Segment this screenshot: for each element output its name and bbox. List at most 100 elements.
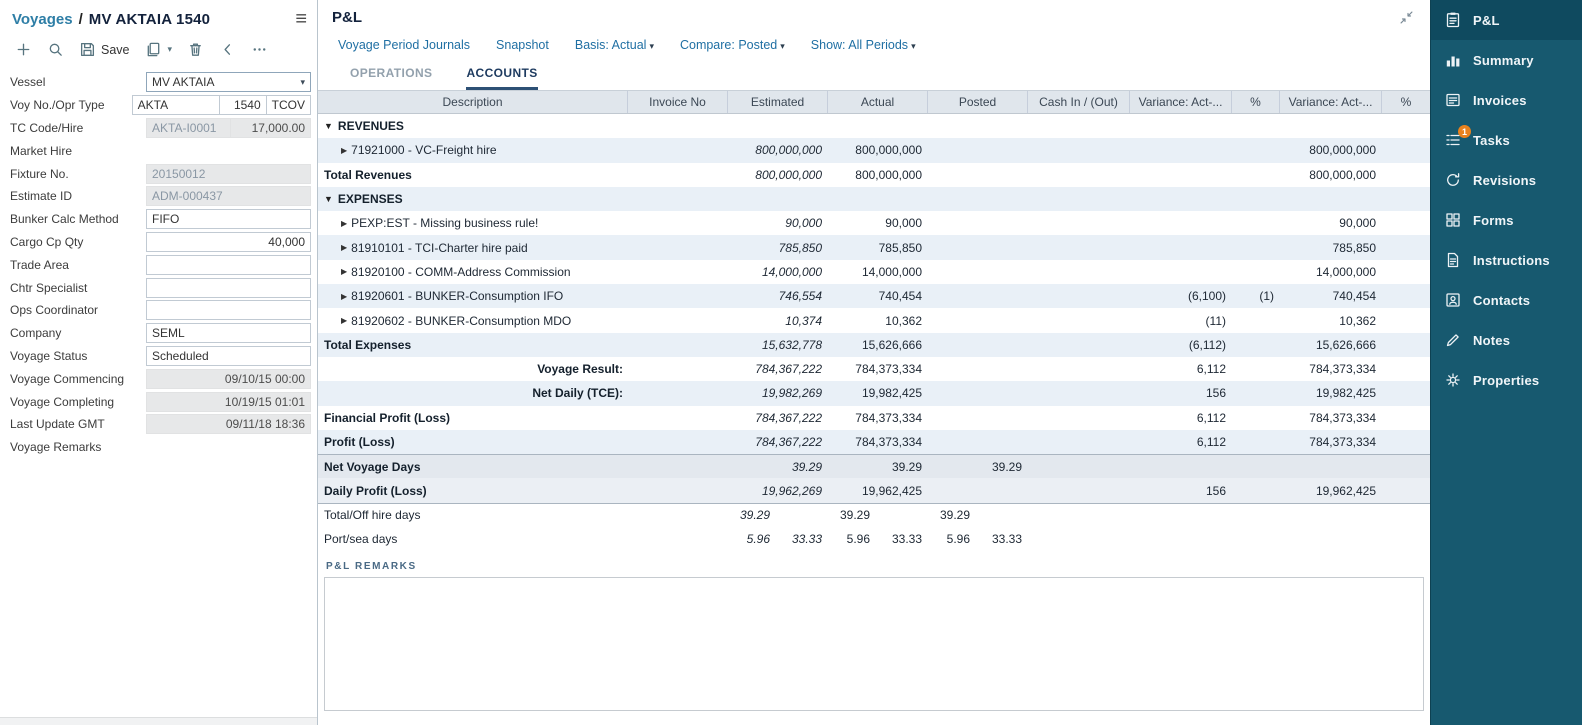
page-title: MV AKTAIA 1540 bbox=[89, 11, 210, 28]
back-button[interactable] bbox=[219, 41, 236, 58]
sidebar-item-tasks[interactable]: 1Tasks bbox=[1431, 120, 1582, 160]
toolbar-link-compare-posted[interactable]: Compare: Posted▾ bbox=[680, 38, 785, 52]
voyage-manager-panel: Voyages / MV AKTAIA 1540 ≡ Save▾ VesselM… bbox=[0, 0, 318, 725]
save-button[interactable]: Save bbox=[79, 41, 130, 58]
sidebar-item-notes[interactable]: Notes bbox=[1431, 320, 1582, 360]
breadcrumb-voyages[interactable]: Voyages bbox=[12, 11, 73, 28]
table-row-daily-profit-loss[interactable]: Daily Profit (Loss)19,962,26919,962,4251… bbox=[318, 478, 1430, 502]
table-row-net-daily-tce[interactable]: Net Daily (TCE):19,982,26919,982,4251561… bbox=[318, 381, 1430, 405]
field-label: Voyage Remarks bbox=[8, 440, 146, 454]
search-button[interactable] bbox=[47, 41, 64, 58]
chevron-down-icon[interactable]: ▾ bbox=[296, 73, 305, 91]
table-row-71921000-vc-freight-hire[interactable]: ▶71921000 - VC-Freight hire800,000,00080… bbox=[318, 138, 1430, 162]
field-label: Market Hire bbox=[8, 144, 146, 158]
tc-code-hire-fields: AKTA-I000117,000.00 bbox=[146, 118, 311, 138]
notification-badge: 1 bbox=[1458, 125, 1471, 138]
more-button[interactable] bbox=[251, 41, 268, 58]
expand-triangle-icon[interactable]: ▶ bbox=[341, 267, 347, 276]
table-row-81920601-bunker-consumption-ifo[interactable]: ▶81920601 - BUNKER-Consumption IFO746,55… bbox=[318, 284, 1430, 308]
sidebar-item-contacts[interactable]: Contacts bbox=[1431, 280, 1582, 320]
delete-button[interactable] bbox=[187, 41, 204, 58]
table-row-expenses[interactable]: ▼EXPENSES bbox=[318, 187, 1430, 211]
remarks-textarea[interactable] bbox=[324, 577, 1424, 711]
ops-coordinator-input[interactable] bbox=[146, 300, 311, 320]
var1-cell: (11) bbox=[1130, 314, 1232, 328]
table-row-total-revenues[interactable]: Total Revenues800,000,000800,000,000800,… bbox=[318, 163, 1430, 187]
table-row-81920100-comm-address-commission[interactable]: ▶81920100 - COMM-Address Commission14,00… bbox=[318, 260, 1430, 284]
horizontal-scrollbar[interactable] bbox=[0, 717, 317, 725]
expand-triangle-icon[interactable]: ▶ bbox=[341, 243, 347, 252]
column-header-col-9[interactable]: % bbox=[1382, 91, 1430, 113]
sidebar-item-summary[interactable]: Summary bbox=[1431, 40, 1582, 80]
sidebar-item-forms[interactable]: Forms bbox=[1431, 200, 1582, 240]
add-button[interactable] bbox=[15, 41, 32, 58]
var2-cell: 10,362 bbox=[1280, 314, 1382, 328]
voyage-remarks-value bbox=[146, 437, 311, 457]
collapse-triangle-icon[interactable]: ▼ bbox=[324, 194, 333, 204]
company-input[interactable]: SEML bbox=[146, 323, 311, 343]
toolbar-link-basis-actual[interactable]: Basis: Actual▾ bbox=[575, 38, 654, 52]
expand-triangle-icon[interactable]: ▶ bbox=[341, 292, 347, 301]
column-header-estimated-2[interactable]: Estimated bbox=[728, 91, 828, 113]
table-row-81920602-bunker-consumption-mdo[interactable]: ▶81920602 - BUNKER-Consumption MDO10,374… bbox=[318, 308, 1430, 332]
trade-area-input[interactable] bbox=[146, 255, 311, 275]
sub-value-left: 39.29 bbox=[728, 508, 780, 522]
column-header-variance-act-6[interactable]: Variance: Act-... bbox=[1130, 91, 1232, 113]
column-header-cash-in-out-5[interactable]: Cash In / (Out) bbox=[1028, 91, 1130, 113]
column-header-invoice-no-1[interactable]: Invoice No bbox=[628, 91, 728, 113]
chtr-specialist-input[interactable] bbox=[146, 278, 311, 298]
expand-triangle-icon[interactable]: ▶ bbox=[341, 219, 347, 228]
pnl-table: DescriptionInvoice NoEstimatedActualPost… bbox=[318, 90, 1430, 551]
collapse-icon[interactable] bbox=[1399, 10, 1414, 25]
column-header-variance-act-8[interactable]: Variance: Act-... bbox=[1280, 91, 1382, 113]
column-header-col-7[interactable]: % bbox=[1232, 91, 1280, 113]
table-row-net-voyage-days[interactable]: Net Voyage Days39.2939.2939.29 bbox=[318, 454, 1430, 478]
table-row-revenues[interactable]: ▼ REVENUES bbox=[318, 114, 1430, 138]
sidebar-item-p-l[interactable]: P&L bbox=[1431, 0, 1582, 40]
bunker-calc-method-input[interactable]: FIFO bbox=[146, 209, 311, 229]
row-label: REVENUES bbox=[338, 119, 404, 133]
sub-value-right bbox=[780, 508, 828, 522]
expand-triangle-icon[interactable]: ▶ bbox=[341, 146, 347, 155]
description-cell: ▼ REVENUES bbox=[318, 114, 628, 138]
table-row-pexp-est-missing-business-rule[interactable]: ▶PEXP:EST - Missing business rule!90,000… bbox=[318, 211, 1430, 235]
sidebar-item-invoices[interactable]: Invoices bbox=[1431, 80, 1582, 120]
toolbar-link-snapshot[interactable]: Snapshot bbox=[496, 38, 549, 52]
table-row-total-off-hire-days[interactable]: Total/Off hire days39.2939.2939.29 bbox=[318, 503, 1430, 527]
row-label: PEXP:EST - Missing business rule! bbox=[351, 216, 538, 230]
tab-accounts[interactable]: ACCOUNTS bbox=[466, 66, 537, 90]
sidebar-item-instructions[interactable]: Instructions bbox=[1431, 240, 1582, 280]
vessel-select[interactable]: MV AKTAIA ▾ bbox=[146, 72, 311, 92]
table-row-profit-loss[interactable]: Profit (Loss)784,367,222784,373,3346,112… bbox=[318, 430, 1430, 454]
collapse-triangle-icon[interactable]: ▼ bbox=[324, 121, 333, 131]
column-header-posted-4[interactable]: Posted bbox=[928, 91, 1028, 113]
voy-no-opr-type-part-3[interactable]: TCOV bbox=[267, 95, 311, 115]
table-row-financial-profit-loss[interactable]: Financial Profit (Loss)784,367,222784,37… bbox=[318, 406, 1430, 430]
hamburger-menu-icon[interactable]: ≡ bbox=[295, 9, 307, 29]
pnl-toolbar: Voyage Period Journals Snapshot Basis: Act… bbox=[318, 26, 1430, 58]
description-cell: Profit (Loss) bbox=[318, 430, 628, 454]
chevron-down-icon[interactable]: ▾ bbox=[168, 44, 173, 55]
toolbar-link-voyage-period-journals[interactable]: Voyage Period Journals bbox=[338, 38, 470, 52]
table-row-total-expenses[interactable]: Total Expenses15,632,77815,626,666(6,112… bbox=[318, 333, 1430, 357]
column-header-actual-3[interactable]: Actual bbox=[828, 91, 928, 113]
sidebar-item-revisions[interactable]: Revisions bbox=[1431, 160, 1582, 200]
voy-no-opr-type-part-1[interactable]: AKTA bbox=[132, 95, 220, 115]
voy-no-opr-type-part-2[interactable]: 1540 bbox=[220, 95, 267, 115]
tab-operations[interactable]: OPERATIONS bbox=[350, 66, 432, 90]
table-row-81910101-tci-charter-hire-paid[interactable]: ▶81910101 - TCI-Charter hire paid785,850… bbox=[318, 235, 1430, 259]
voyage-status-input[interactable]: Scheduled bbox=[146, 346, 311, 366]
sidebar-item-properties[interactable]: Properties bbox=[1431, 360, 1582, 400]
copy-button[interactable]: ▾ bbox=[145, 41, 173, 58]
row-label: Port/sea days bbox=[324, 532, 397, 546]
var2-cell: 740,454 bbox=[1280, 289, 1382, 303]
vessel-value: MV AKTAIA bbox=[152, 73, 214, 91]
toolbar-link-show-all-periods[interactable]: Show: All Periods▾ bbox=[811, 38, 916, 52]
cargo-cp-qty-input[interactable]: 40,000 bbox=[146, 232, 311, 252]
table-row-voyage-result[interactable]: Voyage Result:784,367,222784,373,3346,11… bbox=[318, 357, 1430, 381]
table-header-row: DescriptionInvoice NoEstimatedActualPost… bbox=[318, 90, 1430, 114]
column-header-description-0[interactable]: Description bbox=[318, 91, 628, 113]
expand-triangle-icon[interactable]: ▶ bbox=[341, 316, 347, 325]
table-row-port-sea-days[interactable]: Port/sea days5.9633.335.9633.335.9633.33 bbox=[318, 527, 1430, 551]
sub-value-right bbox=[980, 508, 1028, 522]
